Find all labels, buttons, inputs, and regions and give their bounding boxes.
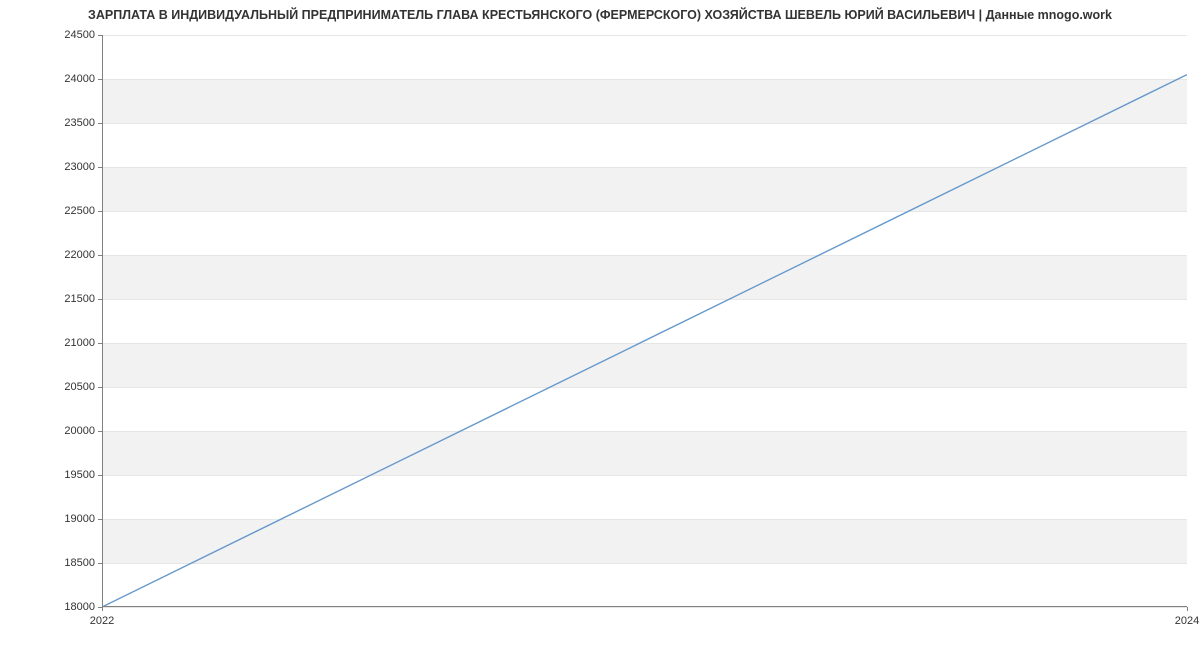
- y-tick-mark: [98, 387, 102, 388]
- y-tick-mark: [98, 167, 102, 168]
- y-tick-mark: [98, 255, 102, 256]
- y-tick-label: 22500: [64, 205, 95, 217]
- y-tick-label: 21000: [64, 337, 95, 349]
- chart-title: ЗАРПЛАТА В ИНДИВИДУАЛЬНЫЙ ПРЕДПРИНИМАТЕЛ…: [88, 8, 1112, 22]
- y-tick-label: 24000: [64, 73, 95, 85]
- y-tick-mark: [98, 299, 102, 300]
- x-tick-label: 2024: [1175, 615, 1199, 627]
- grid-line: [102, 255, 1187, 256]
- y-tick-mark: [98, 343, 102, 344]
- y-tick-mark: [98, 35, 102, 36]
- grid-line: [102, 35, 1187, 36]
- x-tick-mark: [102, 607, 103, 611]
- grid-band: [102, 431, 1187, 475]
- y-tick-mark: [98, 475, 102, 476]
- y-tick-mark: [98, 123, 102, 124]
- y-tick-mark: [98, 519, 102, 520]
- y-tick-label: 23500: [64, 117, 95, 129]
- y-tick-label: 19000: [64, 513, 95, 525]
- grid-line: [102, 431, 1187, 432]
- grid-line: [102, 563, 1187, 564]
- grid-line: [102, 123, 1187, 124]
- y-tick-label: 18500: [64, 557, 95, 569]
- y-tick-mark: [98, 211, 102, 212]
- grid-band: [102, 79, 1187, 123]
- grid-line: [102, 343, 1187, 344]
- grid-line: [102, 387, 1187, 388]
- grid-line: [102, 607, 1187, 608]
- y-axis-line: [102, 35, 103, 607]
- y-tick-label: 23000: [64, 161, 95, 173]
- grid-band: [102, 255, 1187, 299]
- grid-line: [102, 167, 1187, 168]
- x-tick-label: 2022: [90, 615, 114, 627]
- grid-band: [102, 167, 1187, 211]
- y-tick-mark: [98, 563, 102, 564]
- x-tick-mark: [1187, 607, 1188, 611]
- grid-line: [102, 299, 1187, 300]
- x-axis-line: [102, 606, 1187, 607]
- grid-line: [102, 475, 1187, 476]
- y-tick-label: 18000: [64, 601, 95, 613]
- y-tick-label: 21500: [64, 293, 95, 305]
- grid-line: [102, 79, 1187, 80]
- grid-line: [102, 519, 1187, 520]
- y-tick-label: 20500: [64, 381, 95, 393]
- y-tick-mark: [98, 431, 102, 432]
- y-tick-label: 19500: [64, 469, 95, 481]
- y-tick-label: 20000: [64, 425, 95, 437]
- grid-line: [102, 211, 1187, 212]
- plot-area: [102, 35, 1187, 607]
- y-tick-label: 24500: [64, 29, 95, 41]
- y-tick-label: 22000: [64, 249, 95, 261]
- grid-band: [102, 519, 1187, 563]
- y-tick-mark: [98, 79, 102, 80]
- grid-band: [102, 343, 1187, 387]
